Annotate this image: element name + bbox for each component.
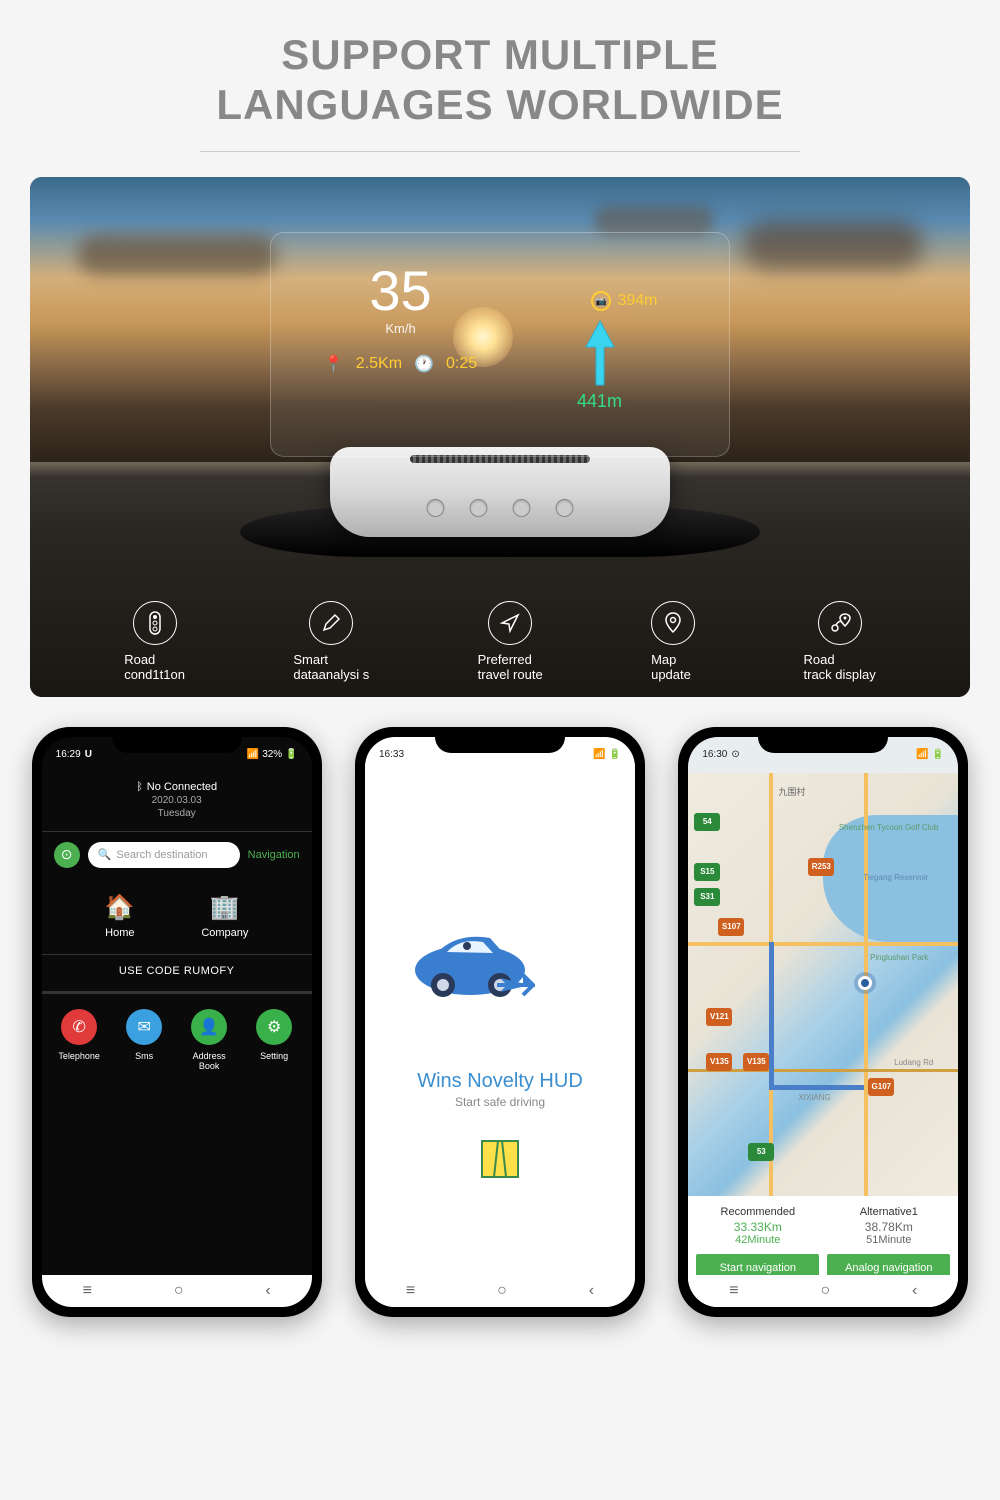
back-icon[interactable]: ‹	[265, 1282, 270, 1300]
map-label: Pinglushan Park	[870, 953, 928, 962]
home-icon[interactable]: ○	[174, 1282, 184, 1300]
nav-arrow-icon	[582, 319, 618, 389]
phones-row: 16:29 U 📶32%🔋 ᛒ No Connected 2020.03.03 …	[0, 697, 1000, 1317]
quick-home[interactable]: 🏠 Home	[105, 893, 135, 939]
sms-icon: ✉	[126, 1009, 162, 1045]
hero-product-image: 35 Km/h 📍 2.5Km 🕐 0:25 📷 394m 441m	[30, 177, 970, 697]
map-label: 九围村	[778, 785, 805, 798]
road-shield: V135	[743, 1053, 769, 1071]
back-icon[interactable]: ‹	[589, 1282, 594, 1300]
road-shield: V135	[706, 1053, 732, 1071]
device-button	[470, 499, 488, 517]
feature-track: Roadtrack display	[804, 601, 876, 683]
hud-nav-distance: 441m	[577, 391, 622, 412]
header-title: SUPPORT MULTIPLELANGUAGES WORLDWIDE	[0, 30, 1000, 131]
app-address-book[interactable]: 👤Address Book	[182, 1009, 237, 1071]
gear-icon: ⚙	[256, 1009, 292, 1045]
phone-navigation: 16:30 ⊙ 📶🔋 54 S15 S31 R253 S107 V121 V13…	[678, 727, 968, 1317]
cursor-icon	[488, 601, 532, 645]
pin-icon: 📍	[324, 354, 344, 374]
recents-icon[interactable]: ≡	[729, 1282, 738, 1300]
recents-icon[interactable]: ≡	[83, 1282, 92, 1300]
road-shield: S31	[694, 888, 720, 906]
device-button	[427, 499, 445, 517]
map-view[interactable]: 54 S15 S31 R253 S107 V121 V135 V135 G107…	[688, 773, 958, 1196]
feature-route: Preferredtravel route	[478, 601, 543, 683]
road-shield: 54	[694, 813, 720, 831]
hud-time: 0:25	[446, 355, 477, 373]
clock-icon: 🕐	[414, 354, 434, 374]
android-nav-bar[interactable]: ≡ ○ ‹	[42, 1275, 312, 1307]
hud-unit: Km/h	[301, 321, 500, 336]
traffic-light-icon	[133, 601, 177, 645]
device-button	[556, 499, 574, 517]
home-icon[interactable]: ○	[820, 1282, 830, 1300]
location-icon[interactable]: ⊙	[54, 842, 80, 868]
road-icon	[480, 1139, 520, 1179]
header: SUPPORT MULTIPLELANGUAGES WORLDWIDE	[0, 0, 1000, 177]
road-shield: S107	[718, 918, 744, 936]
contacts-icon: 👤	[191, 1009, 227, 1045]
home-icon[interactable]: ○	[497, 1282, 507, 1300]
android-nav-bar[interactable]: ≡ ○ ‹	[688, 1275, 958, 1307]
app-telephone[interactable]: ✆Telephone	[52, 1009, 107, 1071]
pencil-icon	[309, 601, 353, 645]
building-icon: 🏢	[201, 893, 248, 922]
navigation-link[interactable]: Navigation	[248, 849, 300, 861]
map-label: Ludang Rd	[894, 1058, 933, 1067]
route-alternative[interactable]: Alternative1 38.78Km 51Minute	[827, 1206, 950, 1246]
road-shield: S15	[694, 863, 720, 881]
route-pin-icon	[818, 601, 862, 645]
feature-map-update: Mapupdate	[651, 601, 695, 683]
map-label: Tiegang Reservoir	[863, 873, 928, 882]
search-input[interactable]: 🔍Search destination	[88, 842, 240, 868]
phone-app-home: 16:29 U 📶32%🔋 ᛒ No Connected 2020.03.03 …	[32, 727, 322, 1317]
camera-icon: 📷	[591, 291, 611, 311]
promo-code: USE CODE RUMOFY	[42, 955, 312, 991]
hud-projection: 35 Km/h 📍 2.5Km 🕐 0:25 📷 394m 441m	[270, 232, 730, 457]
hud-distance: 2.5Km	[356, 355, 402, 373]
hud-device	[330, 447, 670, 537]
hud-speed: 35	[301, 263, 500, 319]
feature-smart-data: Smartdataanalysi s	[293, 601, 369, 683]
app-sms[interactable]: ✉Sms	[117, 1009, 172, 1071]
divider	[200, 151, 800, 152]
road-shield: 53	[748, 1143, 774, 1161]
map-pin-icon	[651, 601, 695, 645]
connection-status: ᛒ No Connected 2020.03.03 Tuesday	[42, 773, 312, 831]
map-label: Shenzhen Tycoon Golf Club	[839, 823, 938, 832]
back-icon[interactable]: ‹	[912, 1282, 917, 1300]
road-shield: V121	[706, 1008, 732, 1026]
bluetooth-icon: ᛒ	[136, 781, 143, 793]
device-button	[513, 499, 531, 517]
app-setting[interactable]: ⚙Setting	[247, 1009, 302, 1071]
phone-splash: 16:33 📶🔋 Wins Novelty HUD Start safe dri…	[355, 727, 645, 1317]
splash-illustration	[385, 900, 615, 1040]
route-line	[769, 942, 864, 1090]
arrow-icon	[495, 970, 535, 1000]
quick-company[interactable]: 🏢 Company	[201, 893, 248, 939]
start-marker	[858, 976, 872, 990]
splash-title: Wins Novelty HUD	[417, 1070, 583, 1093]
phone-icon: ✆	[61, 1009, 97, 1045]
map-label: XIXIANG	[798, 1093, 830, 1102]
road-shield: G107	[868, 1078, 894, 1096]
feature-row: Roadcond1t1on Smartdataanalysi s Preferr…	[30, 601, 970, 683]
android-nav-bar[interactable]: ≡ ○ ‹	[365, 1275, 635, 1307]
home-icon: 🏠	[105, 893, 135, 922]
route-recommended[interactable]: Recommended 33.33Km 42Minute	[696, 1206, 819, 1246]
recents-icon[interactable]: ≡	[406, 1282, 415, 1300]
feature-road-condition: Roadcond1t1on	[124, 601, 185, 683]
splash-subtitle: Start safe driving	[417, 1095, 583, 1109]
search-icon: 🔍	[98, 848, 112, 861]
road-shield: R253	[808, 858, 834, 876]
hud-cam-distance: 394m	[617, 292, 657, 310]
